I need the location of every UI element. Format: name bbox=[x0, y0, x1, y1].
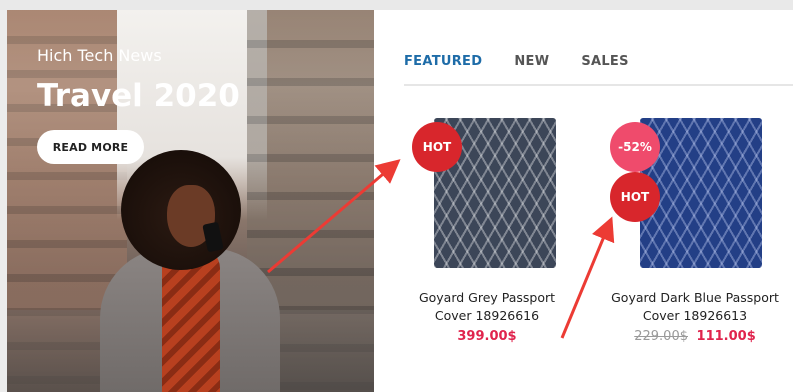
current-price: 111.00$ bbox=[696, 329, 756, 344]
product-name[interactable]: Goyard Grey Passport Cover 18926616 bbox=[402, 289, 572, 325]
tab-sales[interactable]: SALES bbox=[581, 54, 628, 69]
banner-subtitle: Hich Tech News bbox=[37, 46, 162, 65]
hot-badge: HOT bbox=[610, 172, 660, 222]
promo-banner[interactable]: Hich Tech News Travel 2020 READ MORE bbox=[7, 10, 374, 392]
product-price: 399.00$ bbox=[402, 329, 572, 344]
hot-badge: HOT bbox=[412, 122, 462, 172]
discount-badge: -52% bbox=[610, 122, 660, 172]
tab-new[interactable]: NEW bbox=[514, 54, 549, 69]
tabs-divider bbox=[404, 84, 793, 86]
product-name[interactable]: Goyard Dark Blue Passport Cover 18926613 bbox=[610, 289, 780, 325]
product-tabs: FEATURED NEW SALES bbox=[404, 54, 661, 69]
product-price: 229.00$ 111.00$ bbox=[610, 329, 780, 344]
current-price: 399.00$ bbox=[457, 329, 517, 344]
product-image[interactable]: -52% HOT bbox=[610, 110, 780, 275]
product-image[interactable]: HOT bbox=[402, 110, 572, 275]
product-panel: FEATURED NEW SALES HOT Goyard Grey Passp… bbox=[374, 10, 793, 392]
banner-woman-blouse bbox=[162, 248, 220, 392]
tab-featured[interactable]: FEATURED bbox=[404, 54, 482, 69]
old-price: 229.00$ bbox=[634, 329, 688, 344]
product-card[interactable]: -52% HOT Goyard Dark Blue Passport Cover… bbox=[610, 110, 780, 344]
page: Hich Tech News Travel 2020 READ MORE FEA… bbox=[0, 0, 793, 392]
read-more-button[interactable]: READ MORE bbox=[37, 130, 144, 164]
banner-title: Travel 2020 bbox=[37, 78, 240, 114]
top-strip bbox=[0, 0, 793, 10]
product-card[interactable]: HOT Goyard Grey Passport Cover 18926616 … bbox=[402, 110, 572, 344]
